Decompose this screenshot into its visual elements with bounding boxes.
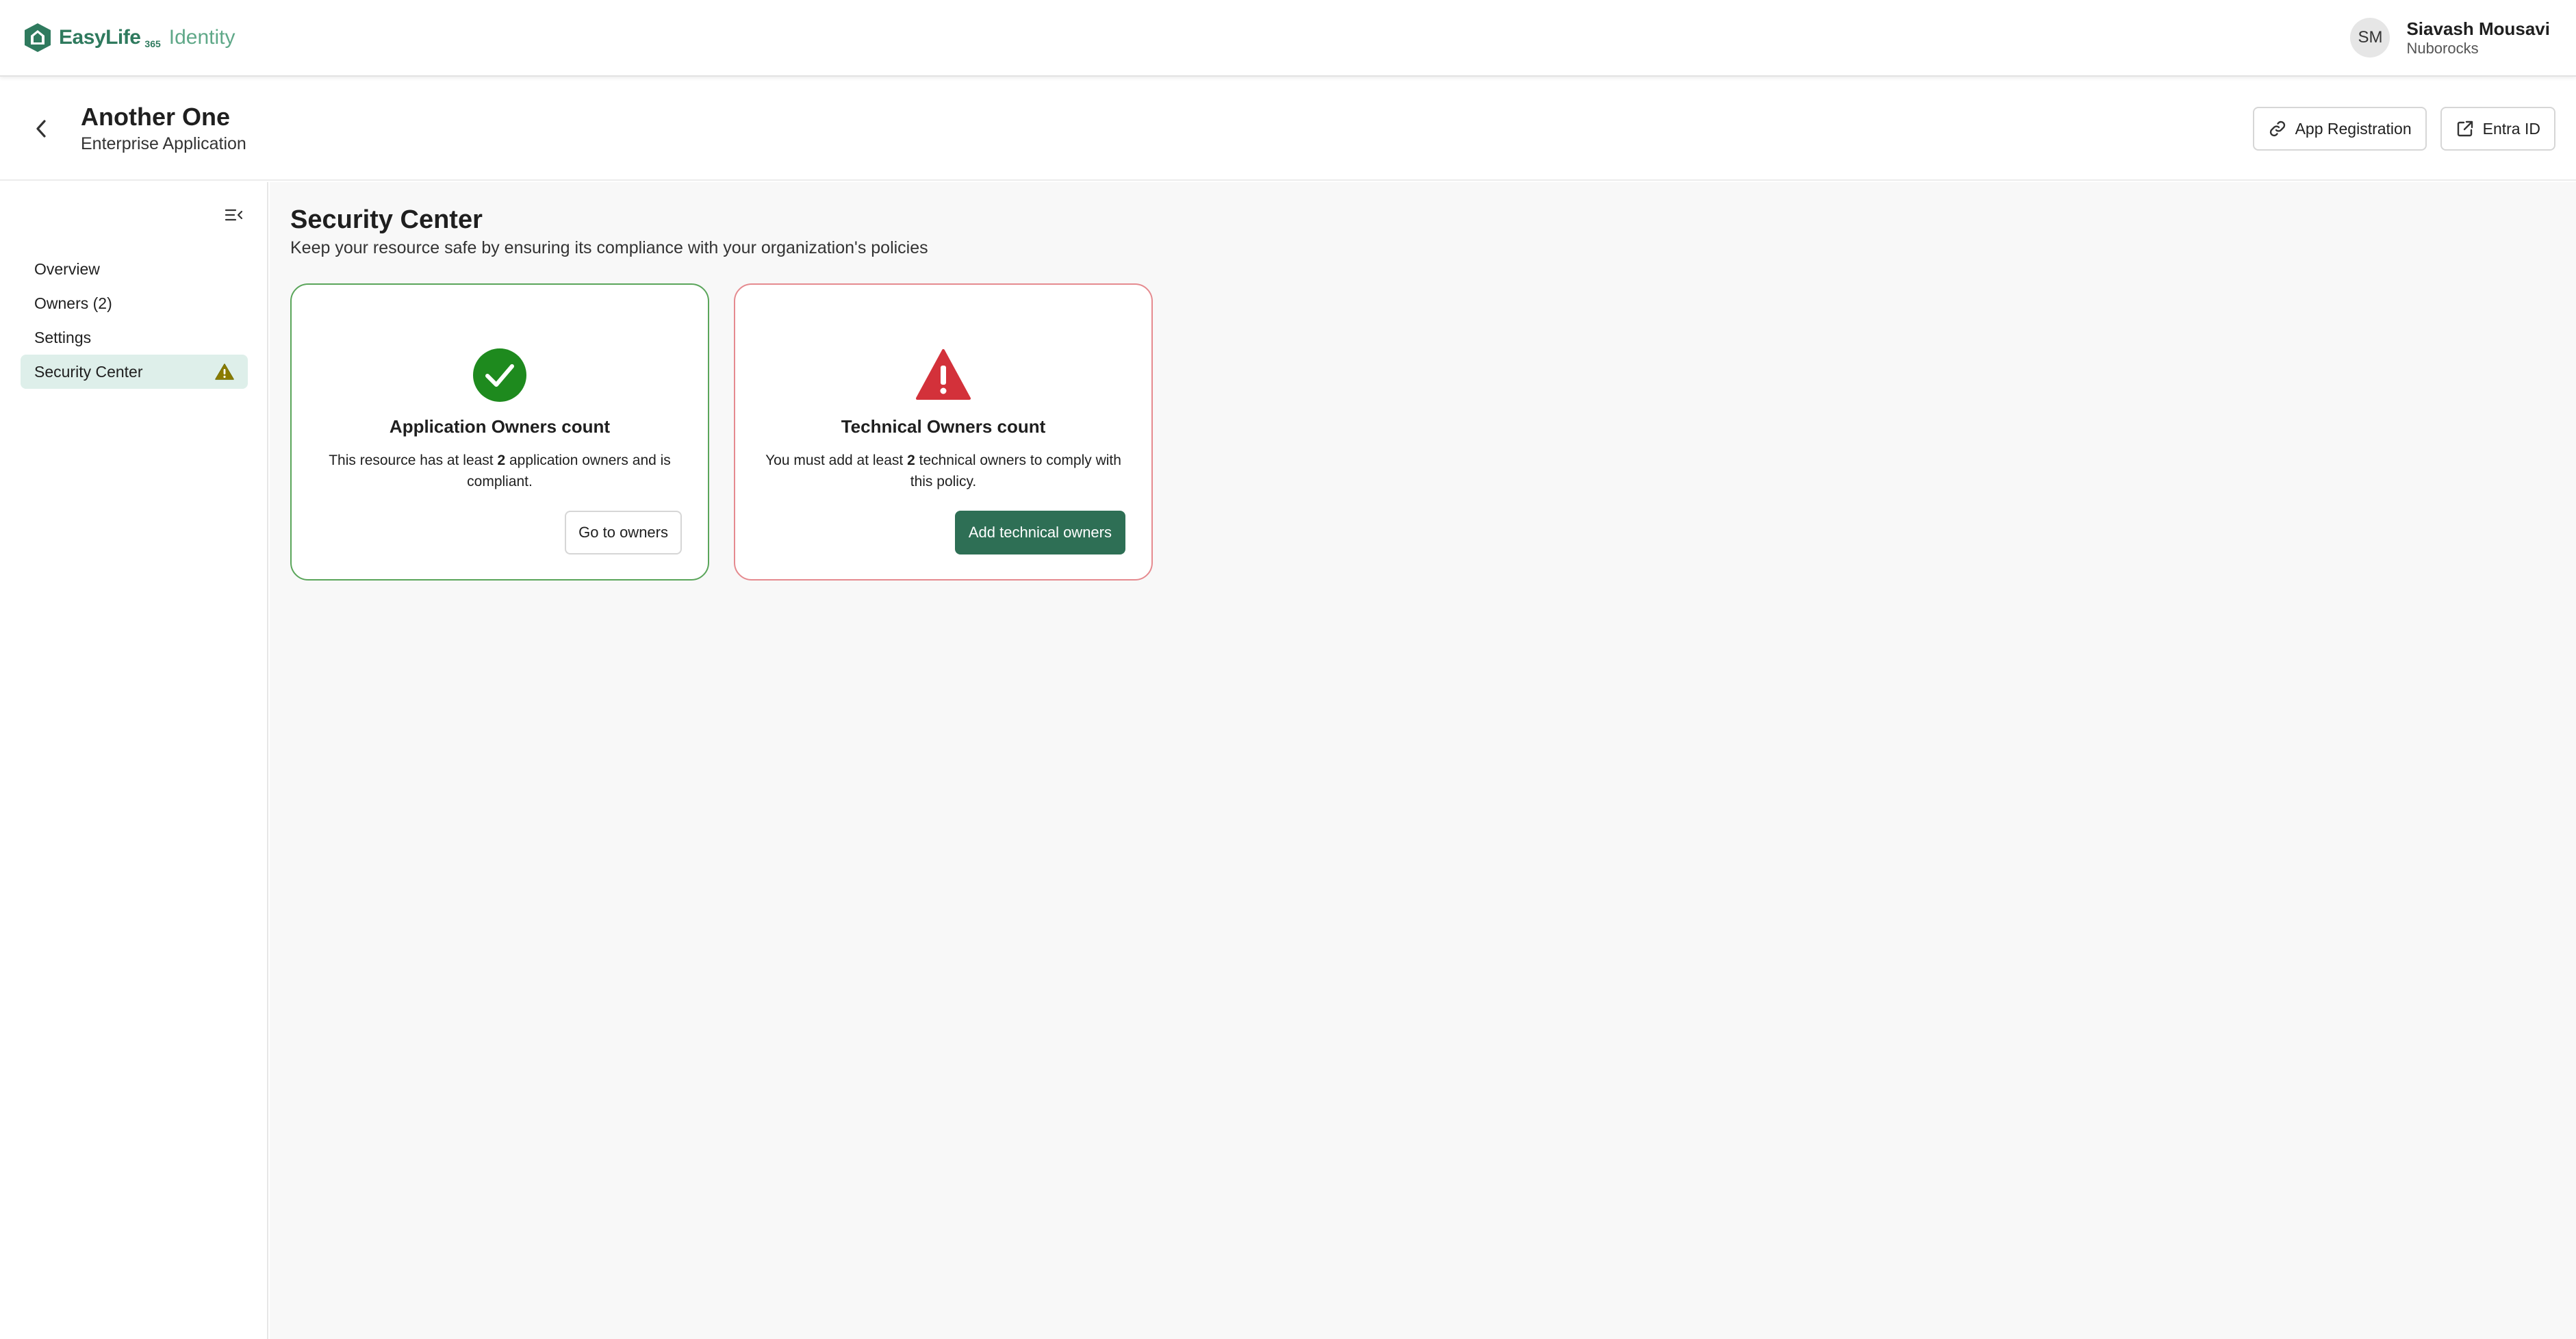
page-description: Keep your resource safe by ensuring its …: [290, 238, 928, 257]
go-to-owners-button[interactable]: Go to owners: [565, 511, 682, 554]
external-link-icon: [2457, 120, 2473, 137]
link-icon: [2269, 120, 2285, 137]
app-registration-label: App Registration: [2295, 119, 2412, 138]
resource-title: Another One: [81, 103, 231, 131]
sidebar: Overview Owners (2) Settings Security Ce…: [0, 182, 268, 1339]
sidebar-item-owners[interactable]: Owners (2): [21, 286, 248, 320]
user-organization: Nuborocks: [2406, 40, 2479, 57]
resource-actions: App Registration Entra ID: [2252, 107, 2555, 151]
brand-product: Identity: [168, 26, 235, 49]
back-button[interactable]: [27, 115, 55, 142]
resource-header: Another One Enterprise Application App R…: [0, 78, 2576, 181]
entra-id-button[interactable]: Entra ID: [2440, 107, 2555, 151]
card-text-count: 2: [907, 452, 915, 468]
card-description: This resource has at least 2 application…: [322, 450, 678, 492]
card-text-part: technical owners to comply with this pol…: [910, 452, 1121, 489]
policy-card-application-owners: Application Owners count This resource h…: [290, 283, 709, 581]
house-shield-icon: [25, 23, 51, 52]
check-circle-icon: [473, 348, 526, 402]
card-text-count: 2: [497, 452, 506, 468]
user-name: Siavash Mousavi: [2406, 18, 2550, 39]
policy-card-technical-owners: Technical Owners count You must add at l…: [734, 283, 1153, 581]
card-text-part: This resource has at least: [329, 452, 498, 468]
sidebar-item-label: Owners (2): [34, 294, 112, 312]
top-bar: EasyLife 365 Identity SM Siavash Mousavi…: [0, 0, 2576, 77]
brand-name: EasyLife: [59, 26, 141, 49]
user-info: Siavash Mousavi Nuborocks: [2406, 18, 2550, 58]
brand[interactable]: EasyLife 365 Identity: [23, 22, 235, 53]
user-menu[interactable]: SM Siavash Mousavi Nuborocks: [2350, 18, 2550, 58]
card-description: You must add at least 2 technical owners…: [765, 450, 1121, 492]
chevron-left-icon: [36, 120, 46, 138]
entra-id-label: Entra ID: [2482, 119, 2540, 138]
app-registration-button[interactable]: App Registration: [2252, 107, 2427, 151]
card-actions: Add technical owners: [954, 511, 1125, 554]
card-title: Technical Owners count: [841, 416, 1046, 437]
sidebar-nav: Overview Owners (2) Settings Security Ce…: [21, 252, 248, 389]
card-title: Application Owners count: [389, 416, 611, 437]
collapse-sidebar-icon: [225, 209, 243, 221]
resource-subtitle: Enterprise Application: [81, 134, 246, 153]
page-title: Security Center: [290, 205, 483, 234]
add-technical-owners-button[interactable]: Add technical owners: [954, 511, 1125, 554]
brand-superscript: 365: [144, 38, 161, 49]
card-actions: Go to owners: [565, 511, 682, 554]
resource-title-group: Another One Enterprise Application: [27, 102, 246, 155]
card-text-part: You must add at least: [765, 452, 908, 468]
warning-triangle-icon: [215, 364, 234, 380]
main-content: Security Center Keep your resource safe …: [270, 182, 2576, 1339]
sidebar-item-label: Security Center: [34, 362, 143, 381]
sidebar-item-label: Overview: [34, 259, 100, 278]
collapse-sidebar-button[interactable]: [223, 204, 245, 226]
sidebar-item-label: Settings: [34, 328, 92, 346]
sidebar-item-overview[interactable]: Overview: [21, 252, 248, 286]
sidebar-item-settings[interactable]: Settings: [21, 320, 248, 355]
sidebar-item-security-center[interactable]: Security Center: [21, 355, 248, 389]
warning-triangle-icon: [916, 349, 971, 400]
avatar: SM: [2350, 18, 2390, 58]
resource-titles: Another One Enterprise Application: [81, 102, 246, 155]
